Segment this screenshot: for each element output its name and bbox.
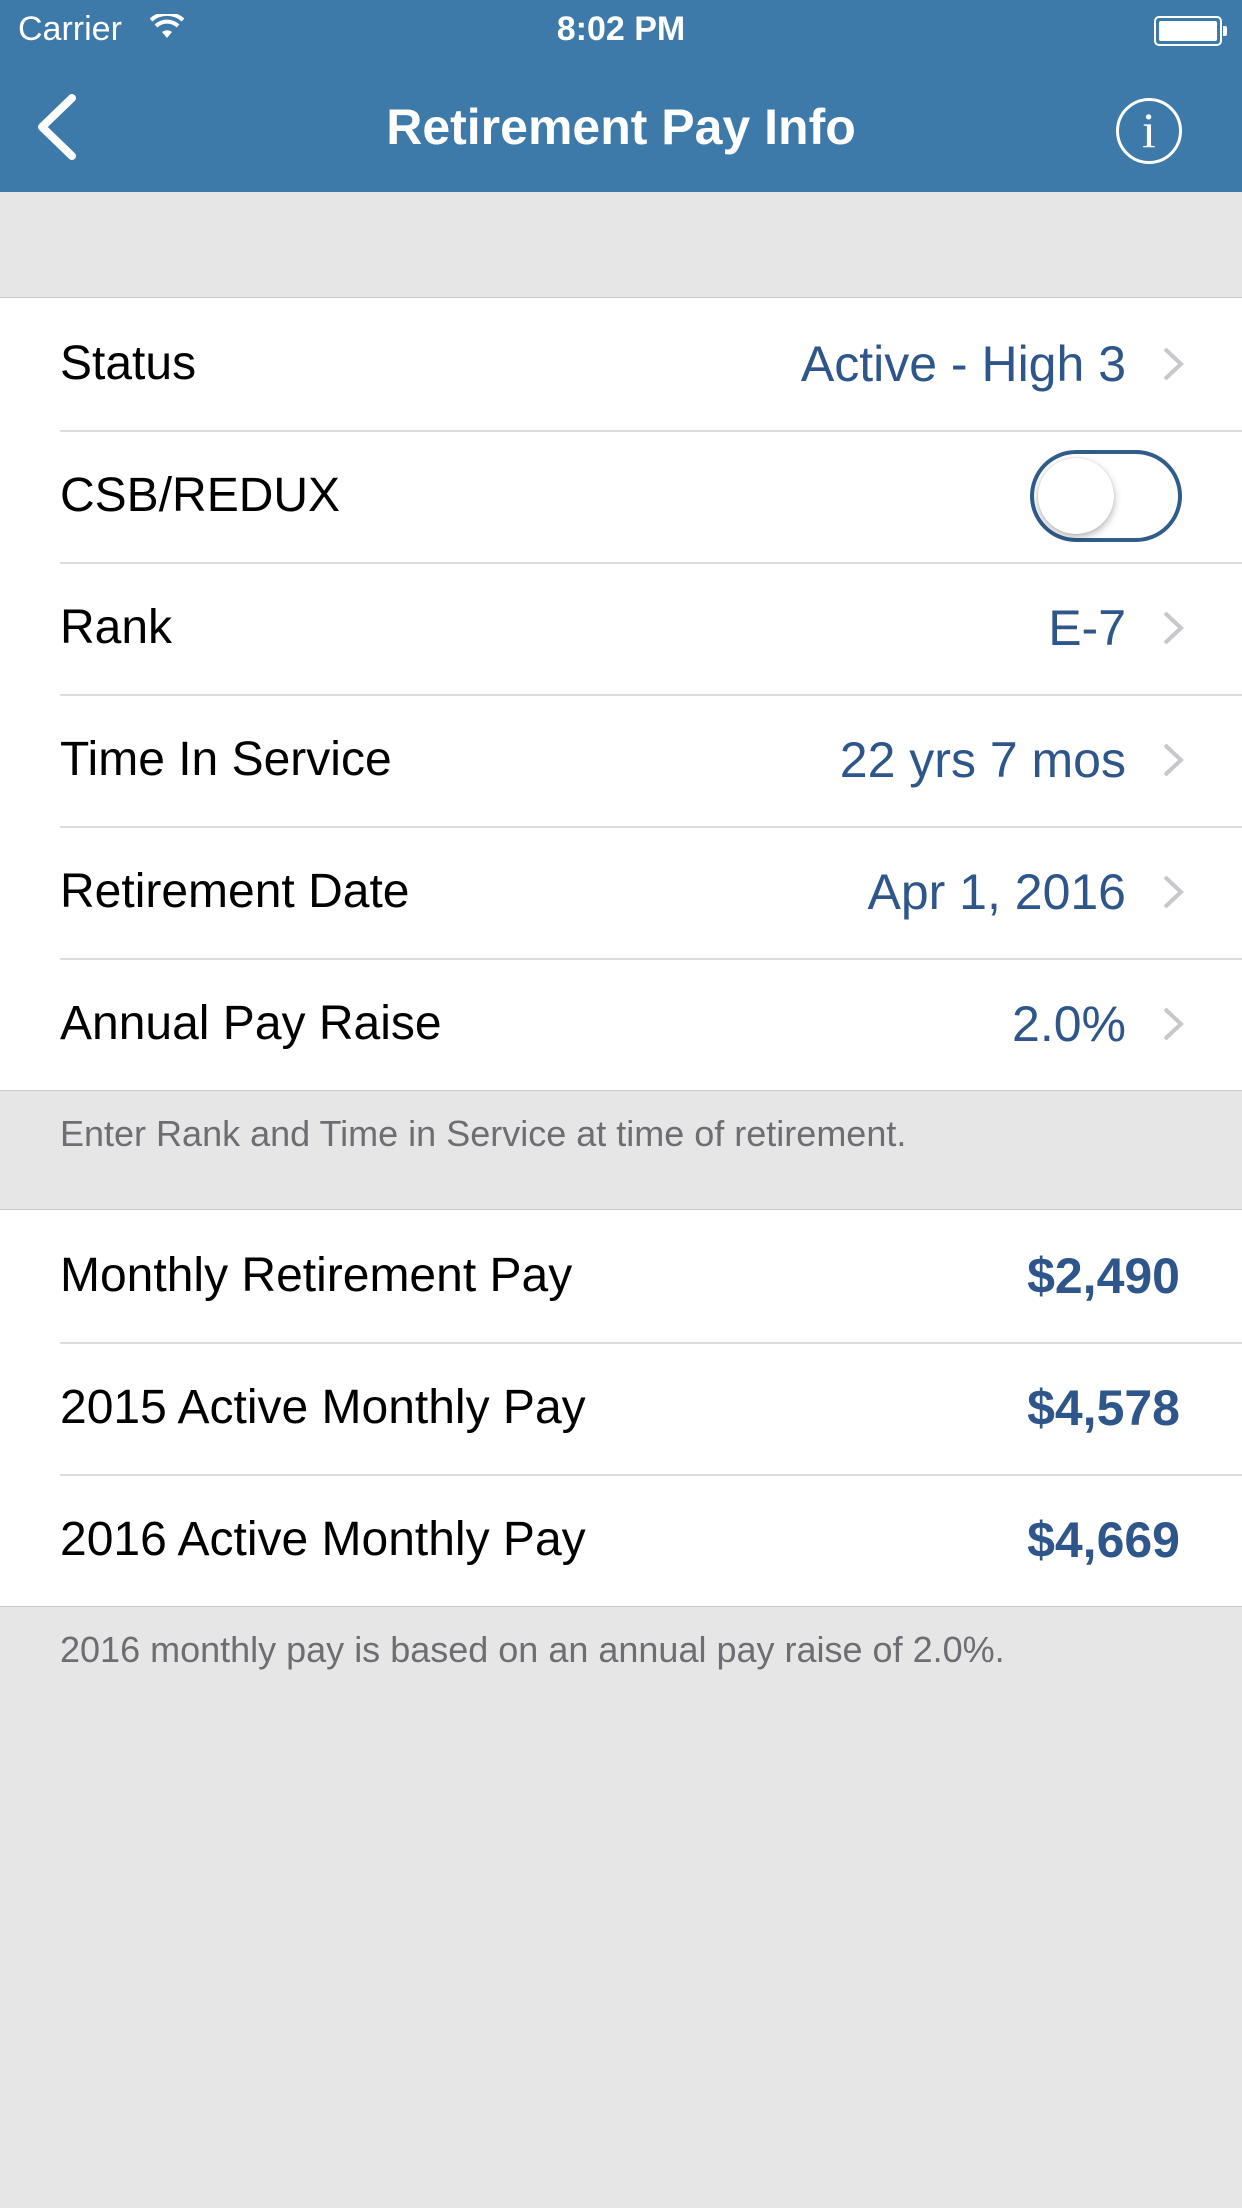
info-icon[interactable]: i <box>1116 98 1182 164</box>
battery-icon <box>1154 16 1227 46</box>
toggle-knob <box>1038 458 1114 534</box>
status-row[interactable]: Status Active - High 3 <box>0 298 1242 430</box>
status-bar: Carrier 8:02 PM <box>0 0 1242 60</box>
settings-section: Status Active - High 3 CSB/REDUX Rank E-… <box>0 297 1242 1091</box>
results-footer-note: 2016 monthly pay is based on an annual p… <box>60 1629 1005 1670</box>
active-2015-row: 2015 Active Monthly Pay $4,578 <box>0 1342 1242 1474</box>
rank-value: E-7 <box>1048 600 1126 656</box>
rank-label: Rank <box>60 601 173 654</box>
monthly-retirement-value: $2,490 <box>1027 1248 1180 1304</box>
chevron-right-icon <box>1163 743 1184 777</box>
retirement-date-value: Apr 1, 2016 <box>867 864 1126 920</box>
time-in-service-label: Time In Service <box>60 733 392 786</box>
csb-redux-row: CSB/REDUX <box>0 430 1242 562</box>
retirement-date-label: Retirement Date <box>60 865 410 918</box>
chevron-right-icon <box>1163 347 1184 381</box>
status-value: Active - High 3 <box>800 336 1126 392</box>
status-label: Status <box>60 337 197 390</box>
csb-redux-toggle[interactable] <box>1030 450 1182 542</box>
time-in-service-row[interactable]: Time In Service 22 yrs 7 mos <box>0 694 1242 826</box>
chevron-right-icon <box>1163 611 1184 645</box>
results-section: Monthly Retirement Pay $2,490 2015 Activ… <box>0 1209 1242 1607</box>
active-2016-label: 2016 Active Monthly Pay <box>60 1513 586 1566</box>
active-2016-row: 2016 Active Monthly Pay $4,669 <box>0 1474 1242 1606</box>
chevron-right-icon <box>1163 1007 1184 1041</box>
settings-footer-note: Enter Rank and Time in Service at time o… <box>60 1113 907 1154</box>
clock: 8:02 PM <box>556 10 686 48</box>
monthly-retirement-row: Monthly Retirement Pay $2,490 <box>0 1210 1242 1342</box>
active-2016-value: $4,669 <box>1027 1512 1180 1568</box>
monthly-retirement-label: Monthly Retirement Pay <box>60 1249 573 1302</box>
retirement-date-row[interactable]: Retirement Date Apr 1, 2016 <box>0 826 1242 958</box>
csb-redux-label: CSB/REDUX <box>60 469 341 522</box>
annual-pay-raise-value: 2.0% <box>1012 996 1126 1052</box>
page-title: Retirement Pay Info <box>386 99 856 155</box>
annual-pay-raise-row[interactable]: Annual Pay Raise 2.0% <box>0 958 1242 1090</box>
active-2015-label: 2015 Active Monthly Pay <box>60 1381 586 1434</box>
active-2015-value: $4,578 <box>1027 1380 1180 1436</box>
chevron-right-icon <box>1163 875 1184 909</box>
time-in-service-value: 22 yrs 7 mos <box>839 732 1126 788</box>
navigation-bar: Retirement Pay Info i <box>0 60 1242 192</box>
annual-pay-raise-label: Annual Pay Raise <box>60 997 442 1050</box>
rank-row[interactable]: Rank E-7 <box>0 562 1242 694</box>
